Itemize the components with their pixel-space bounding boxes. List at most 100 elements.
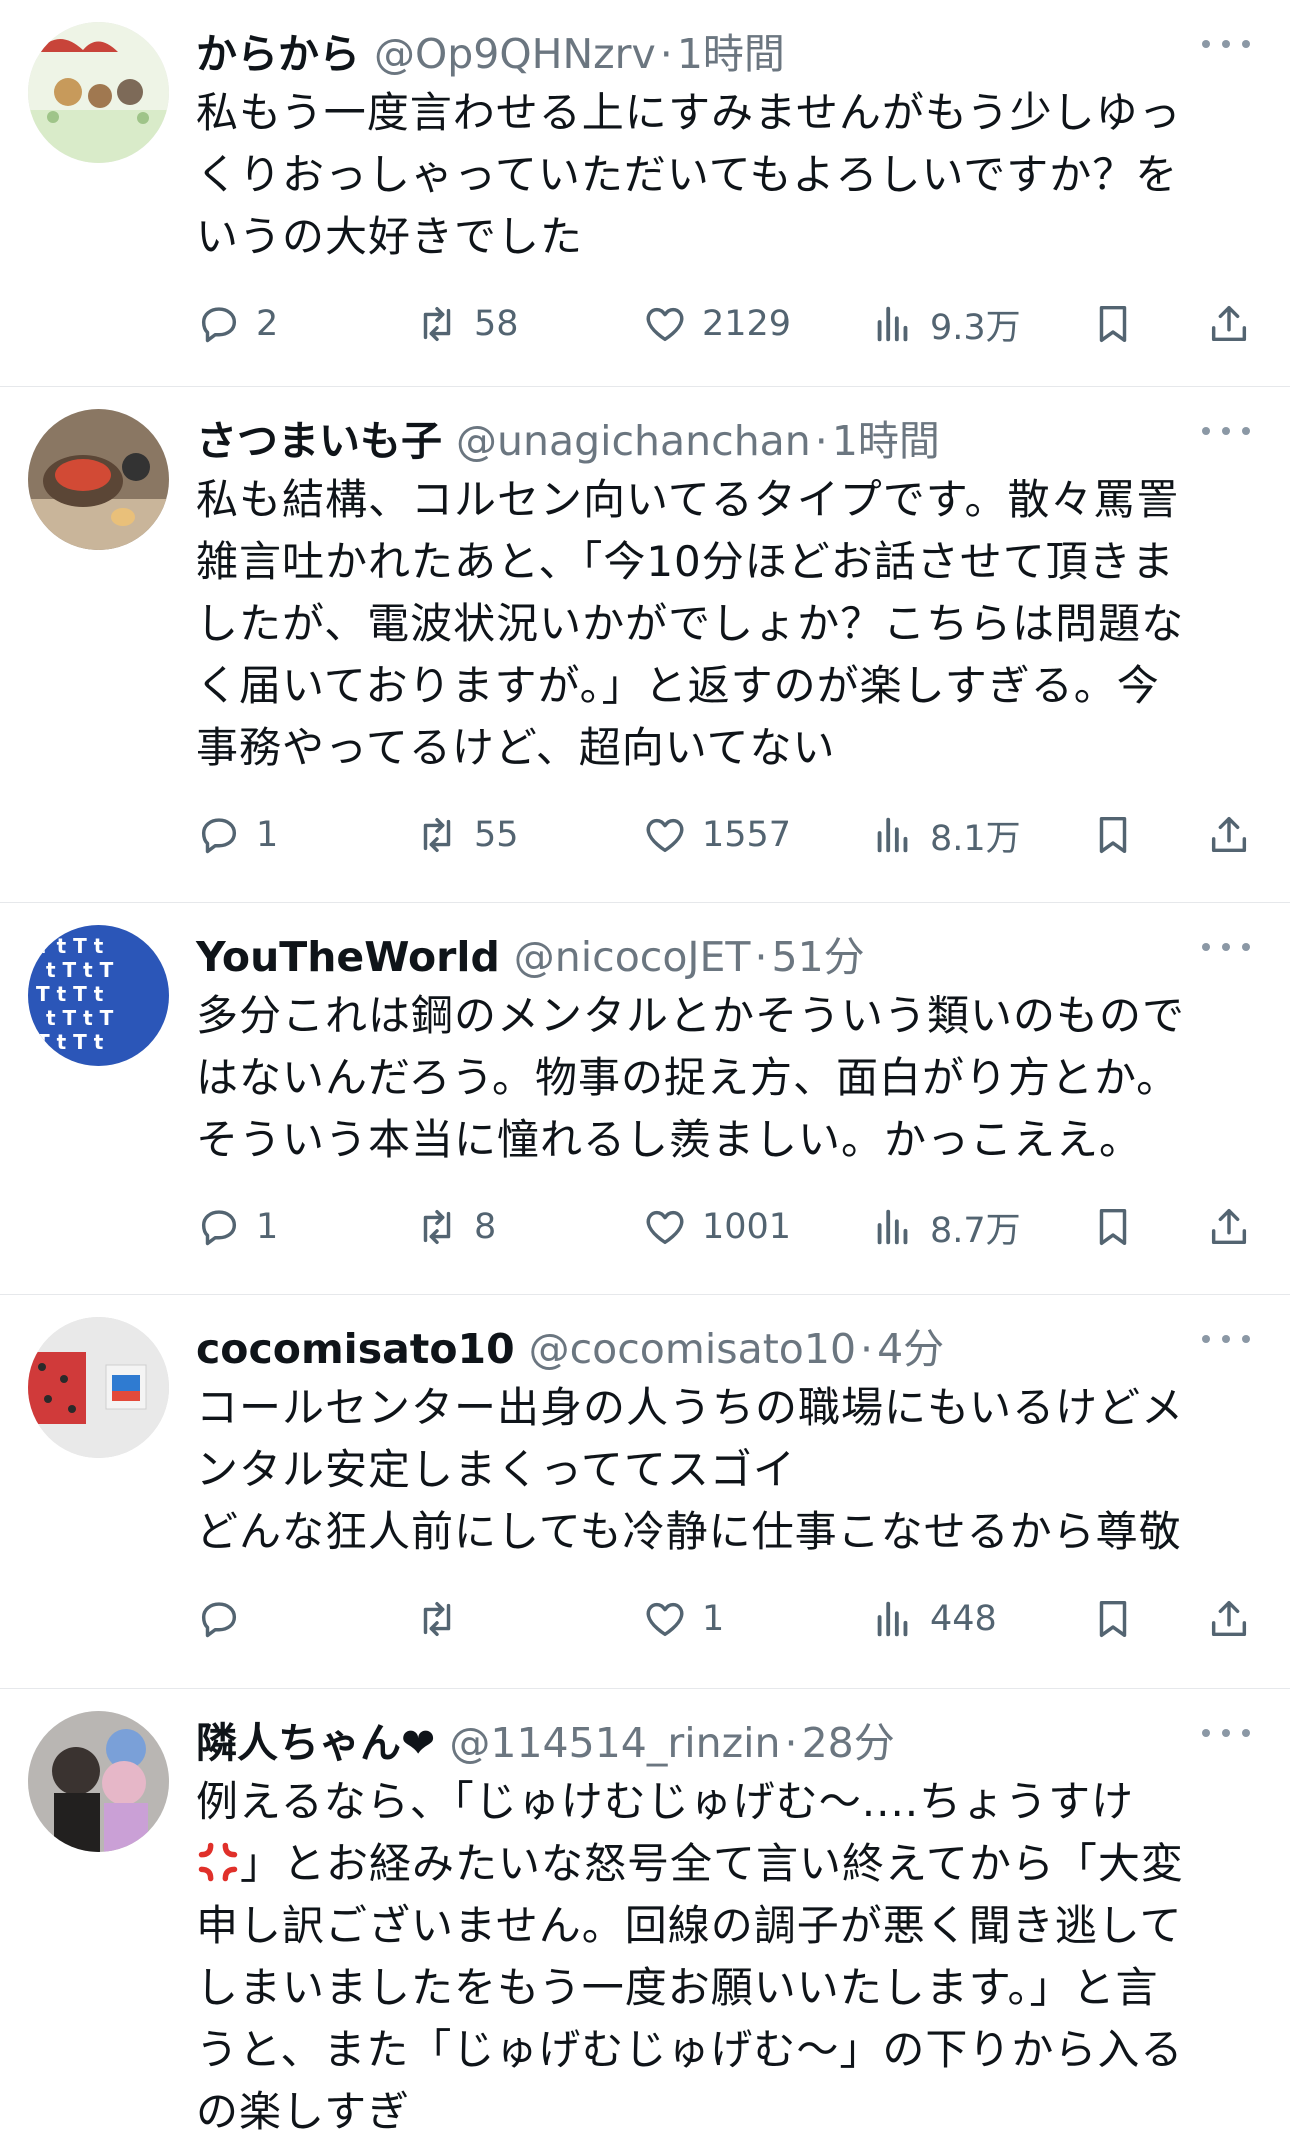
- author-name[interactable]: 隣人ちゃん❤: [196, 1709, 435, 1769]
- avatar-image: T t T t t T t T T t T t t T t T T t T t: [28, 925, 169, 1066]
- reply-count: 1: [256, 815, 279, 855]
- tweet[interactable]: さつまいも子 @unagichanchan · 1時間 私も結構、コルセン向いて…: [0, 387, 1290, 903]
- share-icon: [1211, 1208, 1247, 1245]
- share-button[interactable]: [1206, 1579, 1252, 1659]
- retweet-count: 55: [474, 815, 519, 855]
- heart-icon: [646, 1602, 684, 1637]
- avatar[interactable]: [28, 22, 169, 163]
- author-handle[interactable]: @unagichanchan: [456, 417, 811, 465]
- more-dots-icon[interactable]: [1202, 1329, 1250, 1349]
- separator-dot: ·: [860, 1325, 874, 1373]
- tweet[interactable]: cocomisato10 @cocomisato10 · 4分 コールセンター出…: [0, 1295, 1290, 1689]
- retweet-count: 8: [474, 1207, 497, 1247]
- view-count: 448: [930, 1599, 997, 1639]
- views-button[interactable]: 9.3万: [870, 284, 1021, 364]
- author-handle[interactable]: @114514_rinzin: [449, 1719, 780, 1767]
- svg-text:T t T t: T t T t: [36, 1030, 104, 1054]
- avatar[interactable]: [28, 409, 169, 550]
- avatar-image: [28, 1317, 169, 1458]
- bookmark-icon: [1099, 305, 1127, 343]
- views-button[interactable]: 8.1万: [870, 795, 1021, 875]
- share-button[interactable]: [1206, 1187, 1252, 1267]
- heart-icon: [646, 1210, 684, 1245]
- tweet-text: 私も結構、コルセン向いてるタイプです。散々罵詈 雑言吐かれたあと、「今10分ほど…: [196, 475, 1185, 772]
- bookmark-button[interactable]: [1090, 1579, 1136, 1659]
- more-dots-icon[interactable]: [1202, 1723, 1250, 1743]
- reply-timeline: からから @Op9QHNzrv · 1時間 私もう一度言わせる上にすみませんがも…: [0, 0, 1290, 2156]
- views-chart-icon: [877, 1209, 908, 1245]
- svg-text:T t T t: T t T t: [36, 934, 104, 958]
- action-bar: 1 8 1001 8.7万: [196, 1187, 1250, 1267]
- reply-icon: [201, 1210, 237, 1246]
- retweet-button[interactable]: 8: [414, 1187, 496, 1267]
- like-button[interactable]: 1: [642, 1579, 724, 1659]
- retweet-button[interactable]: 55: [414, 795, 519, 875]
- reply-icon: [201, 1602, 237, 1638]
- tweet-text: コールセンター出身の人うちの職場にもいるけどメ ンタル安定しまくっててスゴイ ど…: [196, 1383, 1185, 1556]
- share-icon: [1211, 305, 1247, 342]
- reply-count: 1: [256, 1207, 279, 1247]
- tweet-text: 例えるなら、「じゅけむじゅげむ〜....ちょうすけ 」とお経みたいな怒号全て言い…: [196, 1771, 1266, 2143]
- tweet[interactable]: T t T t t T t T T t T t t T t T T t T t …: [0, 903, 1290, 1295]
- author-name[interactable]: cocomisato10: [196, 1325, 515, 1373]
- reply-count: 2: [256, 304, 279, 344]
- view-count: 9.3万: [930, 307, 1021, 348]
- tweet[interactable]: 隣人ちゃん❤ @114514_rinzin · 28分 例えるなら、「じゅけむじ…: [0, 1689, 1290, 2156]
- share-button[interactable]: [1206, 795, 1252, 875]
- reply-button[interactable]: 2: [196, 284, 278, 364]
- views-button[interactable]: 8.7万: [870, 1187, 1021, 1267]
- author-name[interactable]: YouTheWorld: [196, 933, 500, 981]
- timestamp[interactable]: 4分: [877, 1315, 944, 1375]
- avatar[interactable]: [28, 1711, 169, 1852]
- timestamp[interactable]: 1時間: [832, 407, 940, 467]
- view-count: 8.1万: [930, 818, 1021, 859]
- action-bar: 1 448: [196, 1579, 1250, 1659]
- share-icon: [1211, 816, 1247, 853]
- timestamp[interactable]: 51分: [772, 923, 865, 983]
- retweet-button[interactable]: 58: [414, 284, 519, 364]
- author-handle[interactable]: @Op9QHNzrv: [374, 30, 656, 78]
- reply-button[interactable]: 1: [196, 795, 278, 875]
- anger-symbol-icon: [198, 1842, 238, 1882]
- avatar[interactable]: [28, 1317, 169, 1458]
- timestamp[interactable]: 28分: [802, 1709, 895, 1769]
- views-button[interactable]: 448: [870, 1579, 997, 1659]
- views-chart-icon: [877, 1601, 908, 1637]
- retweet-icon: [423, 817, 451, 853]
- author-name[interactable]: さつまいも子: [196, 407, 442, 467]
- like-count: 2129: [702, 304, 792, 344]
- author-name[interactable]: からから: [196, 20, 360, 80]
- separator-dot: ·: [754, 933, 768, 981]
- bookmark-button[interactable]: [1090, 1187, 1136, 1267]
- more-dots-icon[interactable]: [1202, 34, 1250, 54]
- like-button[interactable]: 1557: [642, 795, 791, 875]
- author-handle[interactable]: @nicocoJET: [514, 933, 751, 981]
- retweet-icon: [423, 306, 451, 342]
- bookmark-icon: [1099, 1600, 1127, 1638]
- svg-text:t T t T: t T t T: [46, 1006, 114, 1030]
- like-button[interactable]: 2129: [642, 284, 791, 364]
- views-chart-icon: [877, 817, 908, 853]
- more-dots-icon[interactable]: [1202, 421, 1250, 441]
- reply-button[interactable]: [196, 1579, 256, 1659]
- like-count: 1: [702, 1599, 725, 1639]
- action-bar: 1 55 1557 8.1万: [196, 795, 1250, 875]
- separator-dot: ·: [814, 417, 828, 465]
- timestamp[interactable]: 1時間: [677, 20, 785, 80]
- retweet-button[interactable]: [414, 1579, 474, 1659]
- bookmark-button[interactable]: [1090, 795, 1136, 875]
- view-count: 8.7万: [930, 1210, 1021, 1251]
- reply-button[interactable]: 1: [196, 1187, 278, 1267]
- svg-text:T t T t: T t T t: [36, 982, 104, 1006]
- author-handle[interactable]: @cocomisato10: [529, 1325, 856, 1373]
- bookmark-button[interactable]: [1090, 284, 1136, 364]
- like-button[interactable]: 1001: [642, 1187, 791, 1267]
- more-dots-icon[interactable]: [1202, 937, 1250, 957]
- tweet[interactable]: からから @Op9QHNzrv · 1時間 私もう一度言わせる上にすみませんがも…: [0, 0, 1290, 387]
- tweet-text: 多分これは鋼のメンタルとかそういう類いのもので はないんだろう。物事の捉え方、面…: [196, 991, 1186, 1164]
- avatar[interactable]: T t T t t T t T T t T t t T t T T t T t: [28, 925, 169, 1066]
- svg-text:t T t T: t T t T: [46, 958, 114, 982]
- share-button[interactable]: [1206, 284, 1252, 364]
- bookmark-icon: [1099, 816, 1127, 854]
- share-icon: [1211, 1600, 1247, 1637]
